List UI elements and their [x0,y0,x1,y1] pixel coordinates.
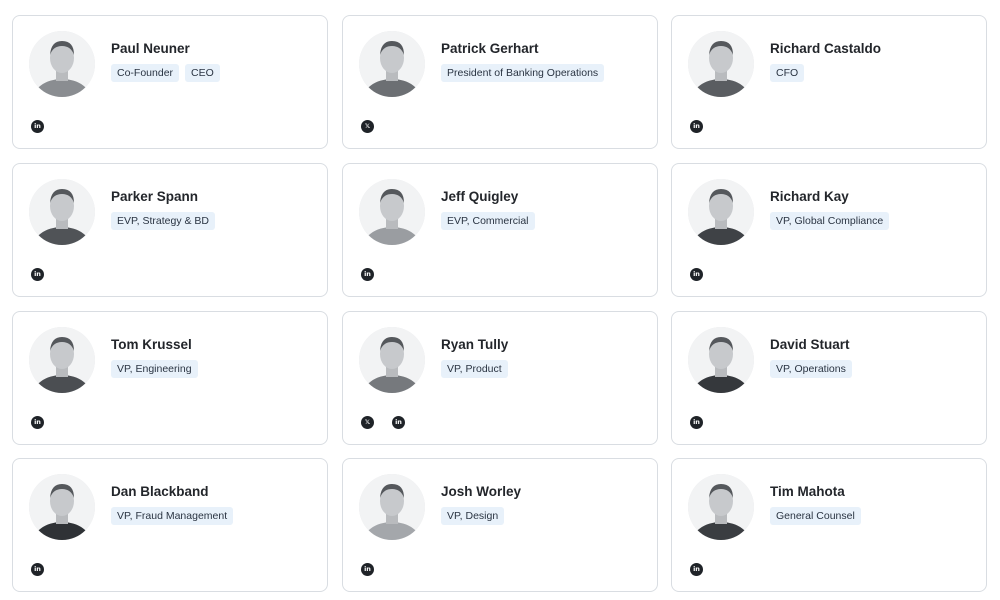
social-links: in [31,268,44,281]
role-tag: CFO [770,64,805,82]
avatar [29,474,95,540]
social-links: in [361,563,374,576]
social-links: in [31,416,44,429]
avatar [29,31,95,97]
avatar [688,31,754,97]
team-member-card: Patrick Gerhart President of Banking Oper… [342,15,658,149]
role-tags: EVP, Strategy & BD [111,212,216,230]
member-name: Jeff Quigley [441,189,519,204]
social-links: in [690,120,703,133]
avatar [688,474,754,540]
social-links: in [690,563,703,576]
member-name: Paul Neuner [111,41,190,56]
role-tag: Co-Founder [111,64,180,82]
role-tags: VP, Fraud Management [111,507,234,525]
avatar [29,327,95,393]
linkedin-icon[interactable]: in [392,416,405,429]
team-member-card: Josh Worley VP, Design in [342,458,658,592]
role-tag: VP, Design [441,507,505,525]
member-name: Josh Worley [441,484,522,499]
role-tags: President of Banking Operations [441,64,605,82]
member-name: Parker Spann [111,189,199,204]
team-member-card: Paul Neuner Co-Founder CEO in [12,15,328,149]
role-tag: EVP, Commercial [441,212,535,230]
social-links: in [690,268,703,281]
member-name: David Stuart [770,337,850,352]
member-name: Tim Mahota [770,484,845,499]
member-name: Ryan Tully [441,337,509,352]
linkedin-icon[interactable]: in [690,416,703,429]
social-links: 𝕏in [361,416,405,429]
team-member-card: Richard Kay VP, Global Compliance in [671,163,987,297]
role-tag: VP, Global Compliance [770,212,890,230]
linkedin-icon[interactable]: in [690,268,703,281]
avatar [29,179,95,245]
role-tag: VP, Engineering [111,360,198,378]
team-member-card: Dan Blackband VP, Fraud Management in [12,458,328,592]
linkedin-icon[interactable]: in [690,120,703,133]
role-tag: CEO [185,64,220,82]
role-tag: VP, Operations [770,360,852,378]
role-tag: EVP, Strategy & BD [111,212,216,230]
role-tags: VP, Engineering [111,360,198,378]
linkedin-icon[interactable]: in [31,416,44,429]
team-member-card: Richard Castaldo CFO in [671,15,987,149]
member-name: Richard Castaldo [770,41,882,56]
role-tags: VP, Product [441,360,508,378]
role-tag: VP, Fraud Management [111,507,234,525]
linkedin-icon[interactable]: in [361,268,374,281]
social-links: in [690,416,703,429]
team-member-card: David Stuart VP, Operations in [671,311,987,445]
role-tag: VP, Product [441,360,508,378]
linkedin-icon[interactable]: in [31,563,44,576]
role-tags: General Counsel [770,507,861,525]
role-tags: VP, Design [441,507,505,525]
team-member-card: Tom Krussel VP, Engineering in [12,311,328,445]
social-links: 𝕏 [361,120,374,133]
role-tags: VP, Global Compliance [770,212,890,230]
role-tag: General Counsel [770,507,861,525]
avatar [688,327,754,393]
social-links: in [31,120,44,133]
team-member-card: Jeff Quigley EVP, Commercial in [342,163,658,297]
avatar [359,474,425,540]
social-links: in [31,563,44,576]
linkedin-icon[interactable]: in [31,120,44,133]
member-name: Tom Krussel [111,337,192,352]
member-name: Dan Blackband [111,484,209,499]
team-member-card: Parker Spann EVP, Strategy & BD in [12,163,328,297]
social-links: in [361,268,374,281]
x-twitter-icon[interactable]: 𝕏 [361,416,374,429]
member-name: Patrick Gerhart [441,41,539,56]
avatar [359,179,425,245]
avatar [688,179,754,245]
linkedin-icon[interactable]: in [31,268,44,281]
role-tags: CFO [770,64,805,82]
role-tags: EVP, Commercial [441,212,535,230]
avatar [359,327,425,393]
linkedin-icon[interactable]: in [361,563,374,576]
role-tag: President of Banking Operations [441,64,605,82]
team-member-card: Ryan Tully VP, Product 𝕏in [342,311,658,445]
linkedin-icon[interactable]: in [690,563,703,576]
member-name: Richard Kay [770,189,849,204]
team-member-card: Tim Mahota General Counsel in [671,458,987,592]
team-grid: Paul Neuner Co-Founder CEO in Patrick Gerhar… [0,0,1000,600]
avatar [359,31,425,97]
x-twitter-icon[interactable]: 𝕏 [361,120,374,133]
role-tags: VP, Operations [770,360,852,378]
role-tags: Co-Founder CEO [111,64,220,82]
